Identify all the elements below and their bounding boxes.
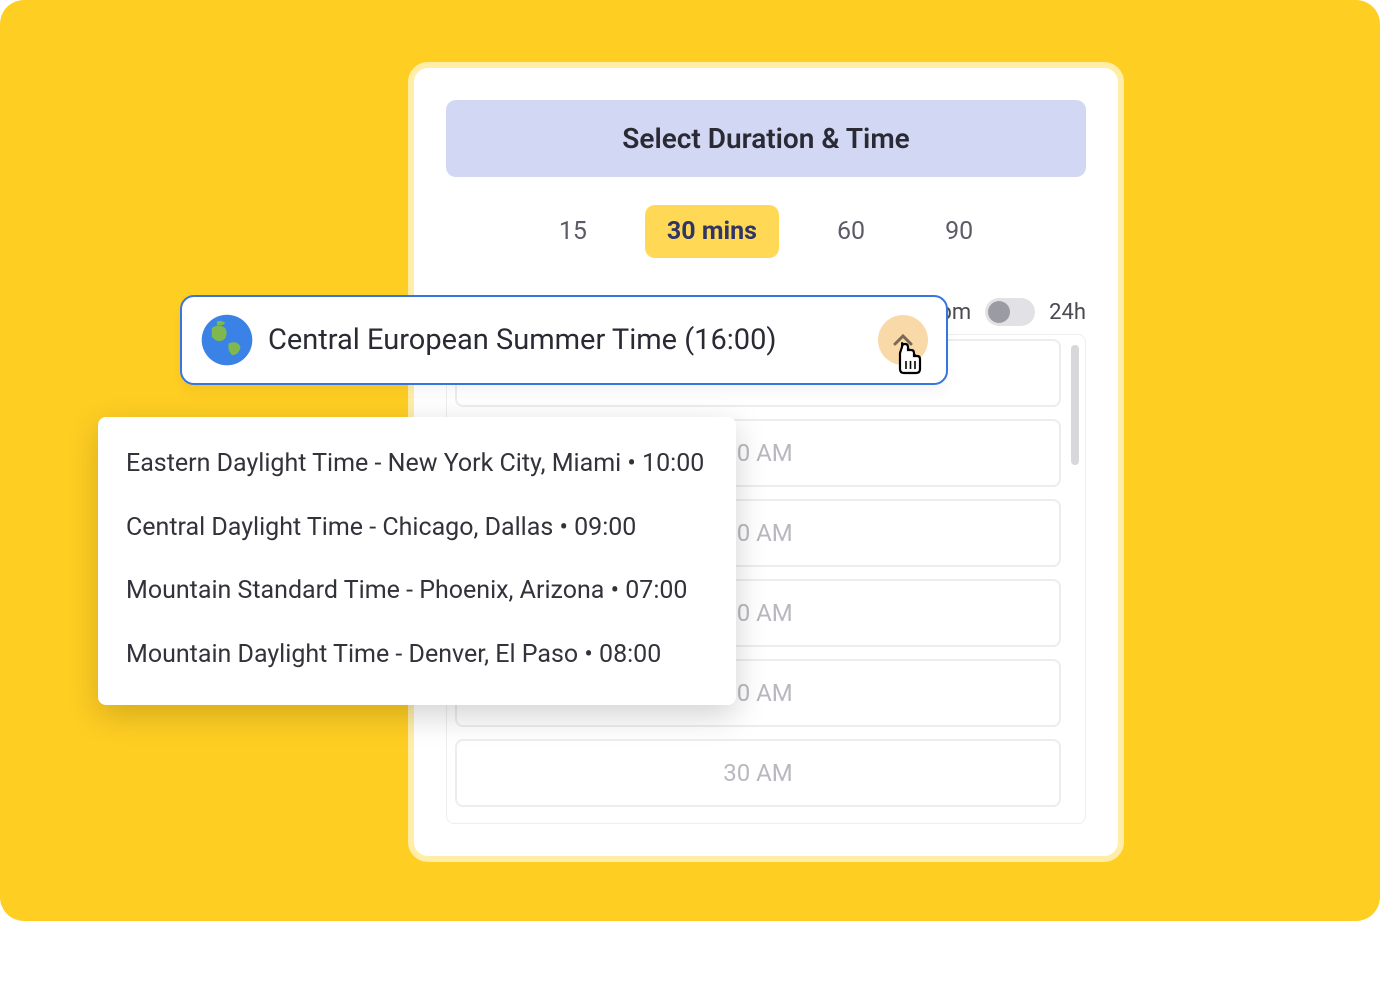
timezone-option[interactable]: Central Daylight Time - Chicago, Dallas … — [126, 509, 708, 573]
timezone-selector[interactable]: Central European Summer Time (16:00) — [180, 295, 948, 385]
globe-icon — [200, 313, 254, 367]
selected-timezone-label: Central European Summer Time (16:00) — [268, 323, 864, 357]
timezone-expand-button[interactable] — [878, 315, 928, 365]
time-format-toggle[interactable] — [985, 298, 1035, 326]
duration-15[interactable]: 15 — [537, 205, 609, 258]
24h-label: 24h — [1049, 300, 1086, 325]
dialog-title: Select Duration & Time — [446, 100, 1086, 177]
timezone-option[interactable]: Eastern Daylight Time - New York City, M… — [126, 445, 708, 509]
duration-60[interactable]: 60 — [815, 205, 887, 258]
time-slot[interactable]: 30 AM — [455, 739, 1061, 807]
duration-options: 15 30 mins 60 90 — [446, 205, 1086, 258]
timezone-option[interactable]: Mountain Standard Time - Phoenix, Arizon… — [126, 572, 708, 636]
scrollbar[interactable] — [1071, 345, 1079, 465]
timezone-dropdown: Eastern Daylight Time - New York City, M… — [98, 417, 736, 705]
duration-90[interactable]: 90 — [923, 205, 995, 258]
duration-30[interactable]: 30 mins — [645, 205, 779, 258]
timezone-option[interactable]: Mountain Daylight Time - Denver, El Paso… — [126, 636, 708, 678]
canvas: Select Duration & Time 15 30 mins 60 90 … — [0, 0, 1380, 921]
toggle-knob — [988, 301, 1010, 323]
pointer-cursor-icon — [886, 333, 930, 377]
